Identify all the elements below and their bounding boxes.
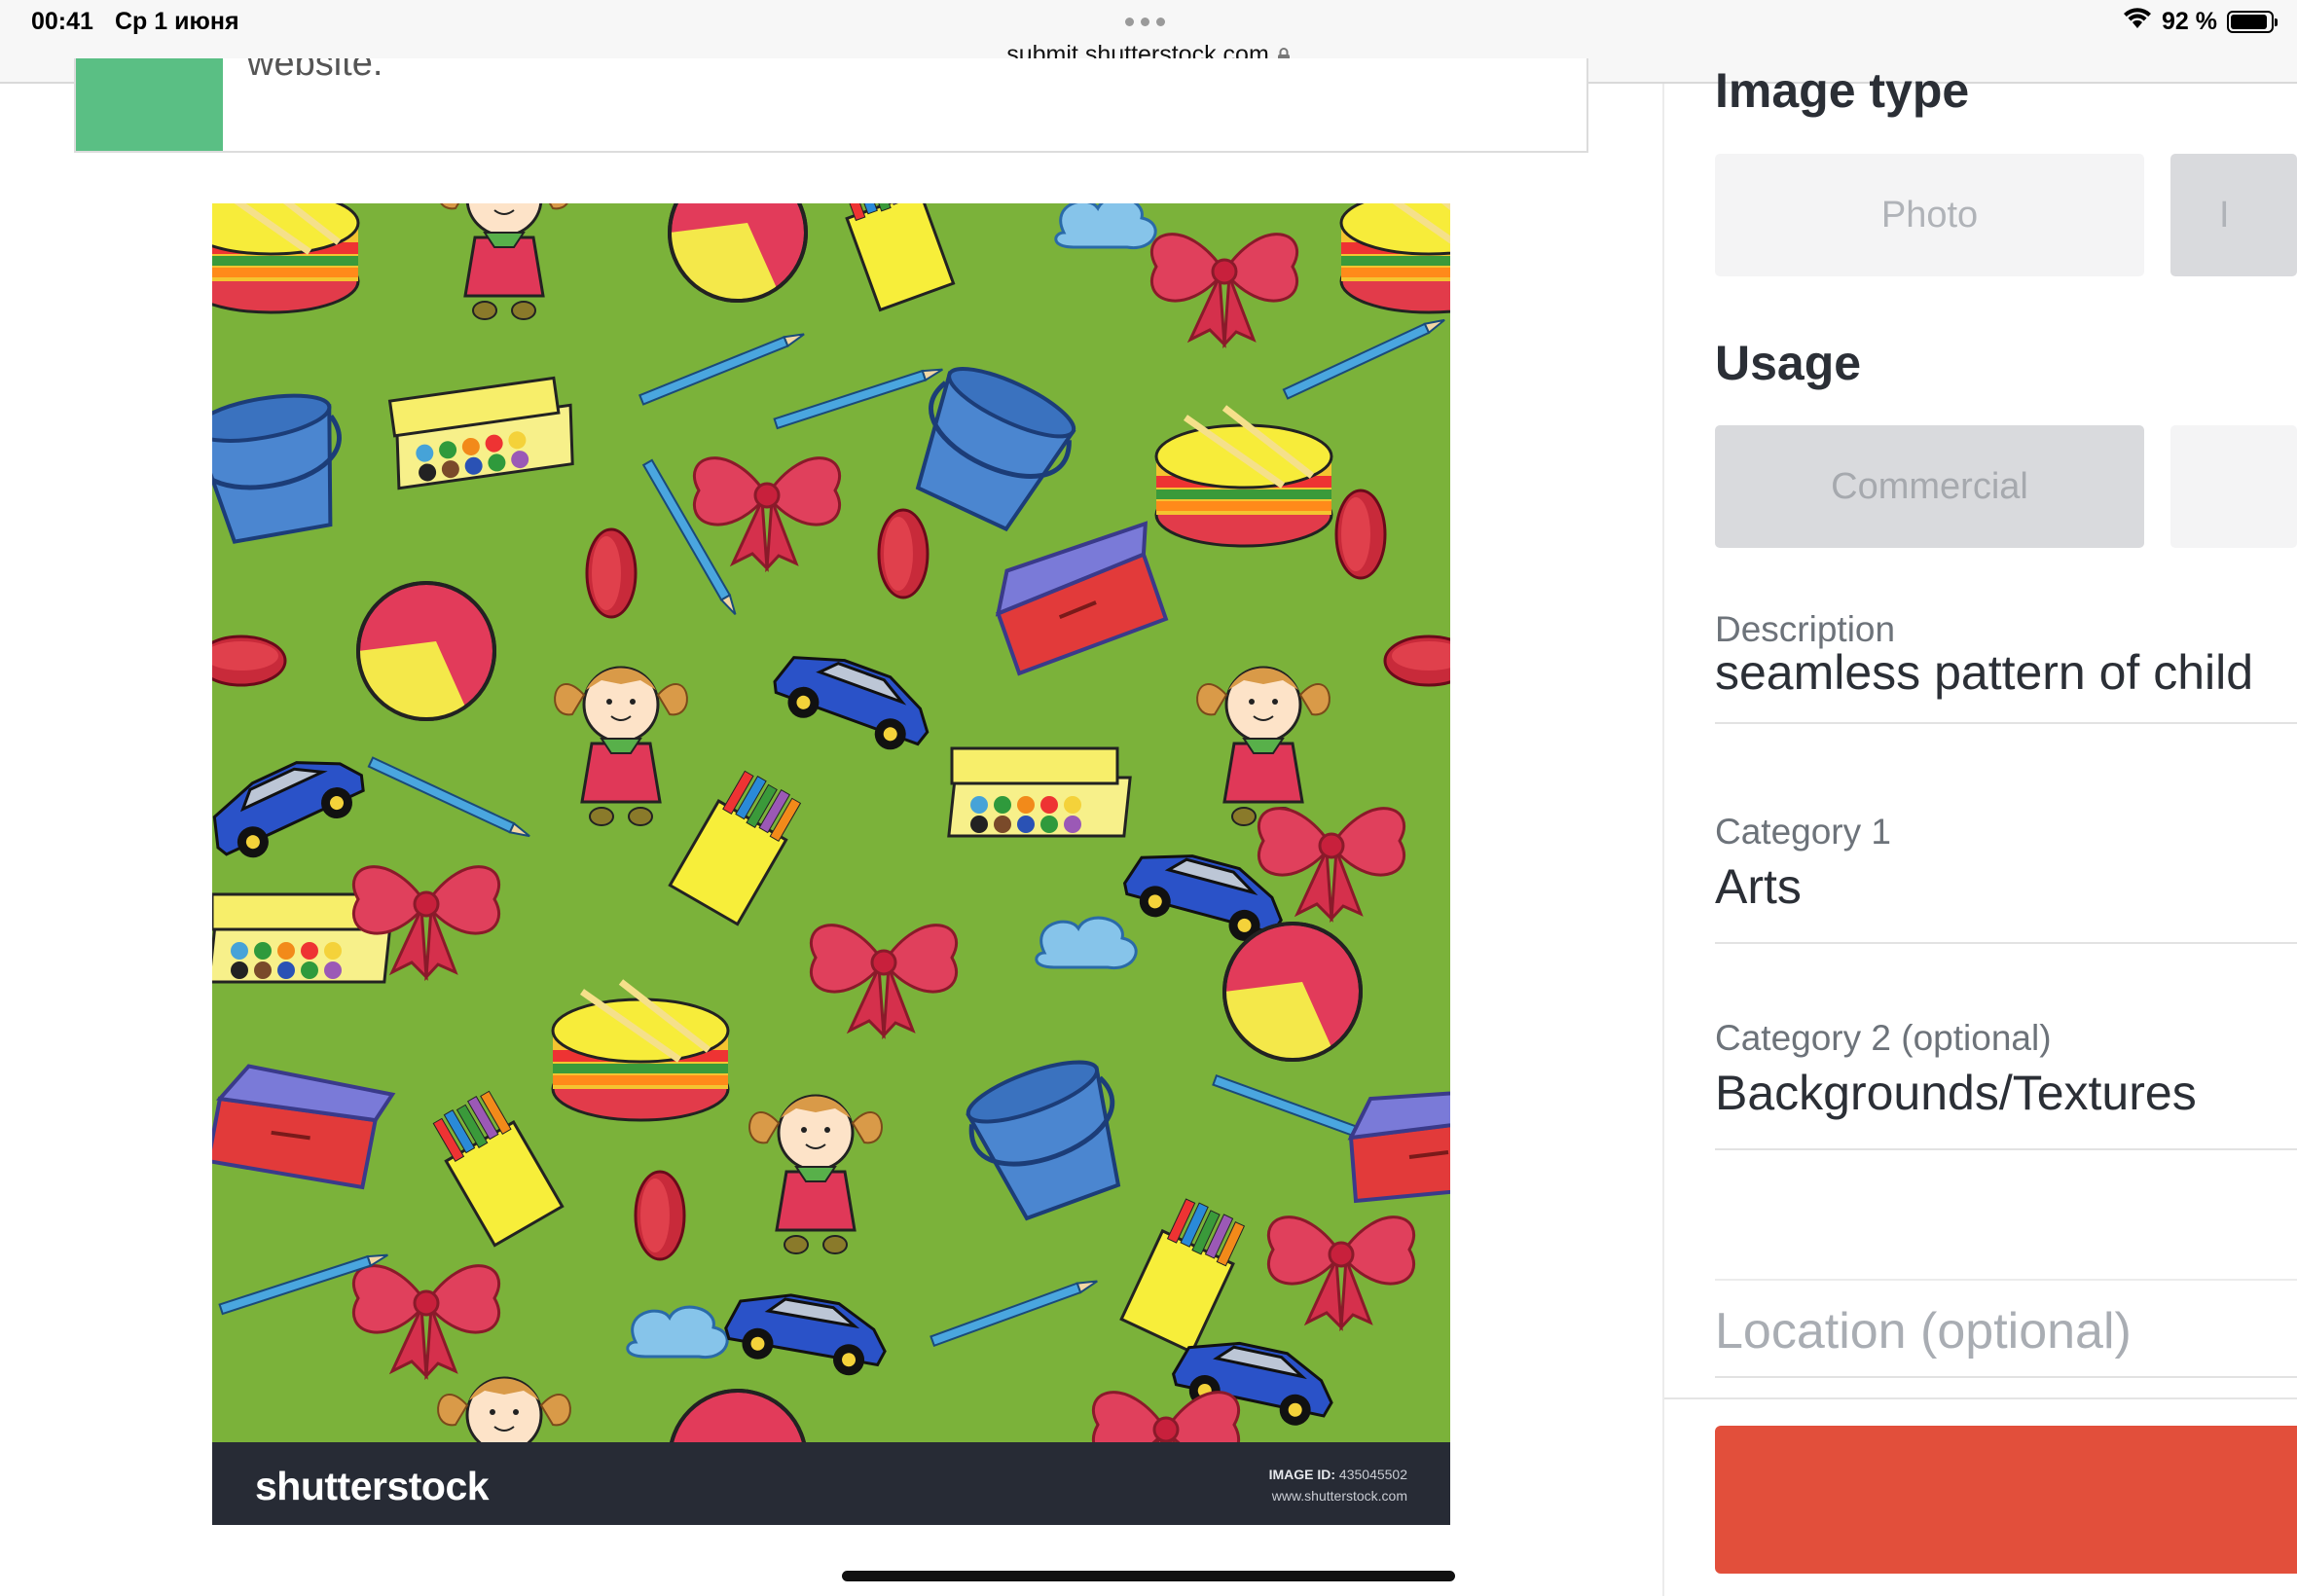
status-indicators: 92 % xyxy=(2123,8,2278,36)
usage-commercial-button[interactable]: Commercial xyxy=(1715,425,2144,548)
category2-underline xyxy=(1715,1148,2297,1150)
image-type-photo-button[interactable]: Photo xyxy=(1715,154,2144,276)
panel-divider xyxy=(1662,84,1664,1596)
image-id-label: IMAGE ID: xyxy=(1268,1467,1336,1482)
toy-pattern-image xyxy=(212,203,1450,1442)
battery-percent: 92 % xyxy=(2162,8,2217,35)
usage-title: Usage xyxy=(1715,336,1862,390)
image-preview: shutterstock IMAGE ID: 435045502 www.shu… xyxy=(212,203,1450,1525)
footer-rule xyxy=(1664,1397,2297,1399)
category2-select[interactable]: Backgrounds/Textures xyxy=(1715,1065,2197,1121)
image-site: www.shutterstock.com xyxy=(1271,1488,1407,1504)
notice-accent-bar xyxy=(76,58,223,151)
category1-label: Category 1 xyxy=(1715,812,1891,852)
wifi-icon xyxy=(2123,8,2152,36)
description-input[interactable]: seamless pattern of child xyxy=(1715,644,2253,701)
toy-pattern-illustration xyxy=(212,203,1450,1442)
image-type-title: Image type xyxy=(1715,63,1970,118)
status-time: 00:41 xyxy=(31,8,93,35)
shutterstock-logo: shutterstock xyxy=(255,1464,490,1508)
location-underline xyxy=(1715,1376,2297,1378)
category1-underline xyxy=(1715,942,2297,944)
usage-editorial-button[interactable] xyxy=(2170,425,2297,548)
notice-card: website. xyxy=(74,58,1588,153)
category1-select[interactable]: Arts xyxy=(1715,858,1802,915)
category2-label: Category 2 (optional) xyxy=(1715,1018,2052,1058)
location-input[interactable]: Location (optional) xyxy=(1715,1302,2132,1360)
submit-button[interactable] xyxy=(1715,1426,2297,1574)
preview-footer: shutterstock IMAGE ID: 435045502 www.shu… xyxy=(212,1442,1450,1525)
image-id: 435045502 xyxy=(1338,1467,1407,1482)
location-top-border xyxy=(1715,1279,2297,1281)
more-dots-icon[interactable] xyxy=(1125,18,1165,26)
home-indicator[interactable] xyxy=(842,1571,1455,1581)
status-date: Ср 1 июня xyxy=(115,8,239,35)
battery-icon xyxy=(2227,11,2278,33)
image-type-illustration-button[interactable]: I xyxy=(2170,154,2297,276)
description-underline xyxy=(1715,722,2297,724)
image-id-block: IMAGE ID: 435045502 www.shutterstock.com xyxy=(1269,1464,1407,1506)
